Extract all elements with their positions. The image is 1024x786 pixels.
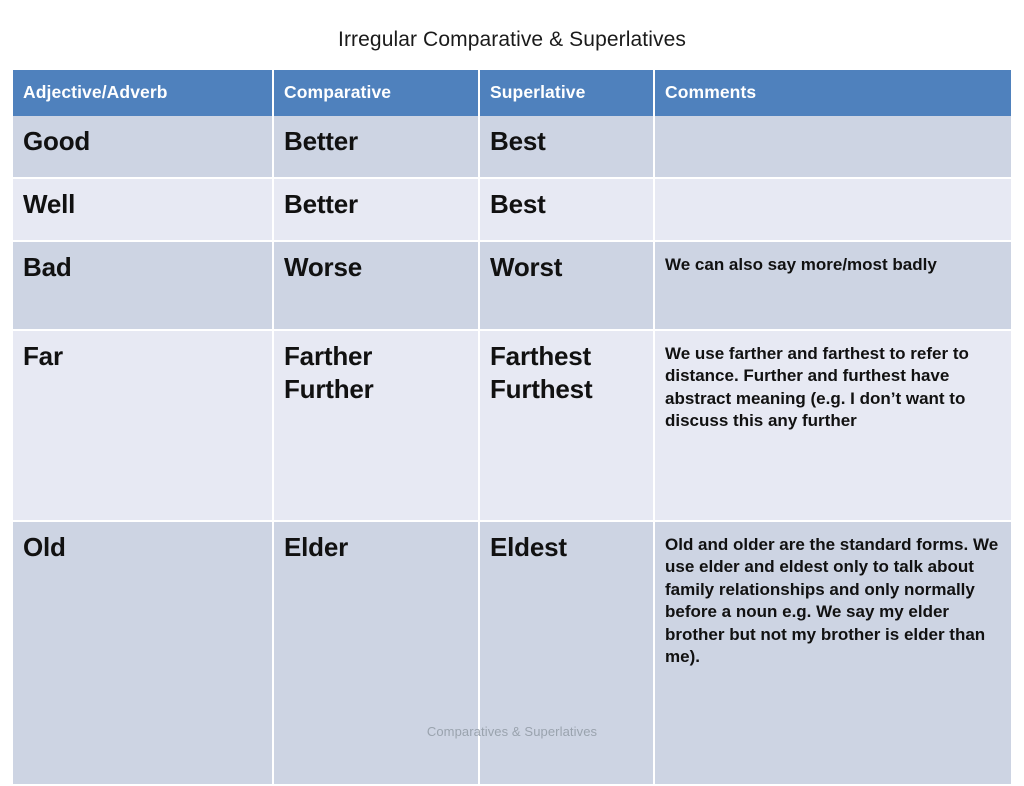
comparative-text: Better xyxy=(284,126,358,156)
cell-superlative: Worst xyxy=(479,241,655,331)
cell-comparative: Better xyxy=(273,178,480,242)
column-header-comments: Comments xyxy=(654,70,1011,116)
adjective-text: Bad xyxy=(23,252,72,282)
cell-comparative: Farther Further xyxy=(273,330,480,522)
adjective-text: Good xyxy=(23,126,91,156)
page-title: Irregular Comparative & Superlatives xyxy=(338,28,686,51)
cell-superlative: Best xyxy=(479,116,655,179)
cell-superlative: Eldest xyxy=(479,521,655,786)
superlative-text: Best xyxy=(490,126,546,156)
comparative-text-line-2: Further xyxy=(284,373,374,404)
cell-comparative: Better xyxy=(273,116,480,179)
cell-superlative: Best xyxy=(479,178,655,242)
cell-comments: We can also say more/most badly xyxy=(654,241,1011,331)
cell-superlative: Farthest Furthest xyxy=(479,330,655,522)
table-row: Well Better Best xyxy=(13,178,1011,242)
comments-text: Old and older are the standard forms. We… xyxy=(665,535,999,667)
cell-comments xyxy=(654,178,1011,242)
comments-text: We can also say more/most badly xyxy=(665,255,937,274)
column-header-superlative: Superlative xyxy=(479,70,655,116)
table-row: Old Elder Eldest Old and older are the s… xyxy=(13,521,1011,786)
cell-comments: Old and older are the standard forms. We… xyxy=(654,521,1011,786)
irregular-comparatives-table: Adjective/Adverb Comparative Superlative… xyxy=(13,70,1011,786)
cell-adjective: Good xyxy=(13,116,274,179)
superlative-text: Eldest xyxy=(490,532,567,562)
table-row: Bad Worse Worst We can also say more/mos… xyxy=(13,241,1011,331)
cell-adjective: Well xyxy=(13,178,274,242)
superlative-text-line-2: Furthest xyxy=(490,373,593,404)
comparative-text: Better xyxy=(284,189,358,219)
superlative-text: Worst xyxy=(490,252,563,282)
adjective-text: Far xyxy=(23,341,63,371)
comparative-text-line-1: Farther xyxy=(284,341,373,371)
adjective-text: Well xyxy=(23,189,76,219)
comparative-text: Elder xyxy=(284,532,349,562)
comments-text xyxy=(665,125,1001,128)
comments-text: We use farther and farthest to refer to … xyxy=(665,344,969,431)
cell-comparative: Worse xyxy=(273,241,480,331)
cell-adjective: Far xyxy=(13,330,274,522)
superlative-text-line-1: Farthest xyxy=(490,341,591,371)
cell-comments: We use farther and farthest to refer to … xyxy=(654,330,1011,522)
column-header-adjective-adverb: Adjective/Adverb xyxy=(13,70,274,116)
superlative-text: Best xyxy=(490,189,546,219)
slide-canvas: Irregular Comparative & Superlatives Adj… xyxy=(0,0,1024,786)
table-header-row: Adjective/Adverb Comparative Superlative… xyxy=(13,70,1011,116)
cell-comments xyxy=(654,116,1011,179)
table-row: Good Better Best xyxy=(13,116,1011,179)
cell-adjective: Bad xyxy=(13,241,274,331)
column-header-comparative: Comparative xyxy=(273,70,480,116)
cell-adjective: Old xyxy=(13,521,274,786)
comments-text xyxy=(665,188,1001,191)
comparative-text: Worse xyxy=(284,252,362,282)
cell-comparative: Elder xyxy=(273,521,480,786)
adjective-text: Old xyxy=(23,532,66,562)
table-row: Far Farther Further Farthest Furthest We… xyxy=(13,330,1011,522)
